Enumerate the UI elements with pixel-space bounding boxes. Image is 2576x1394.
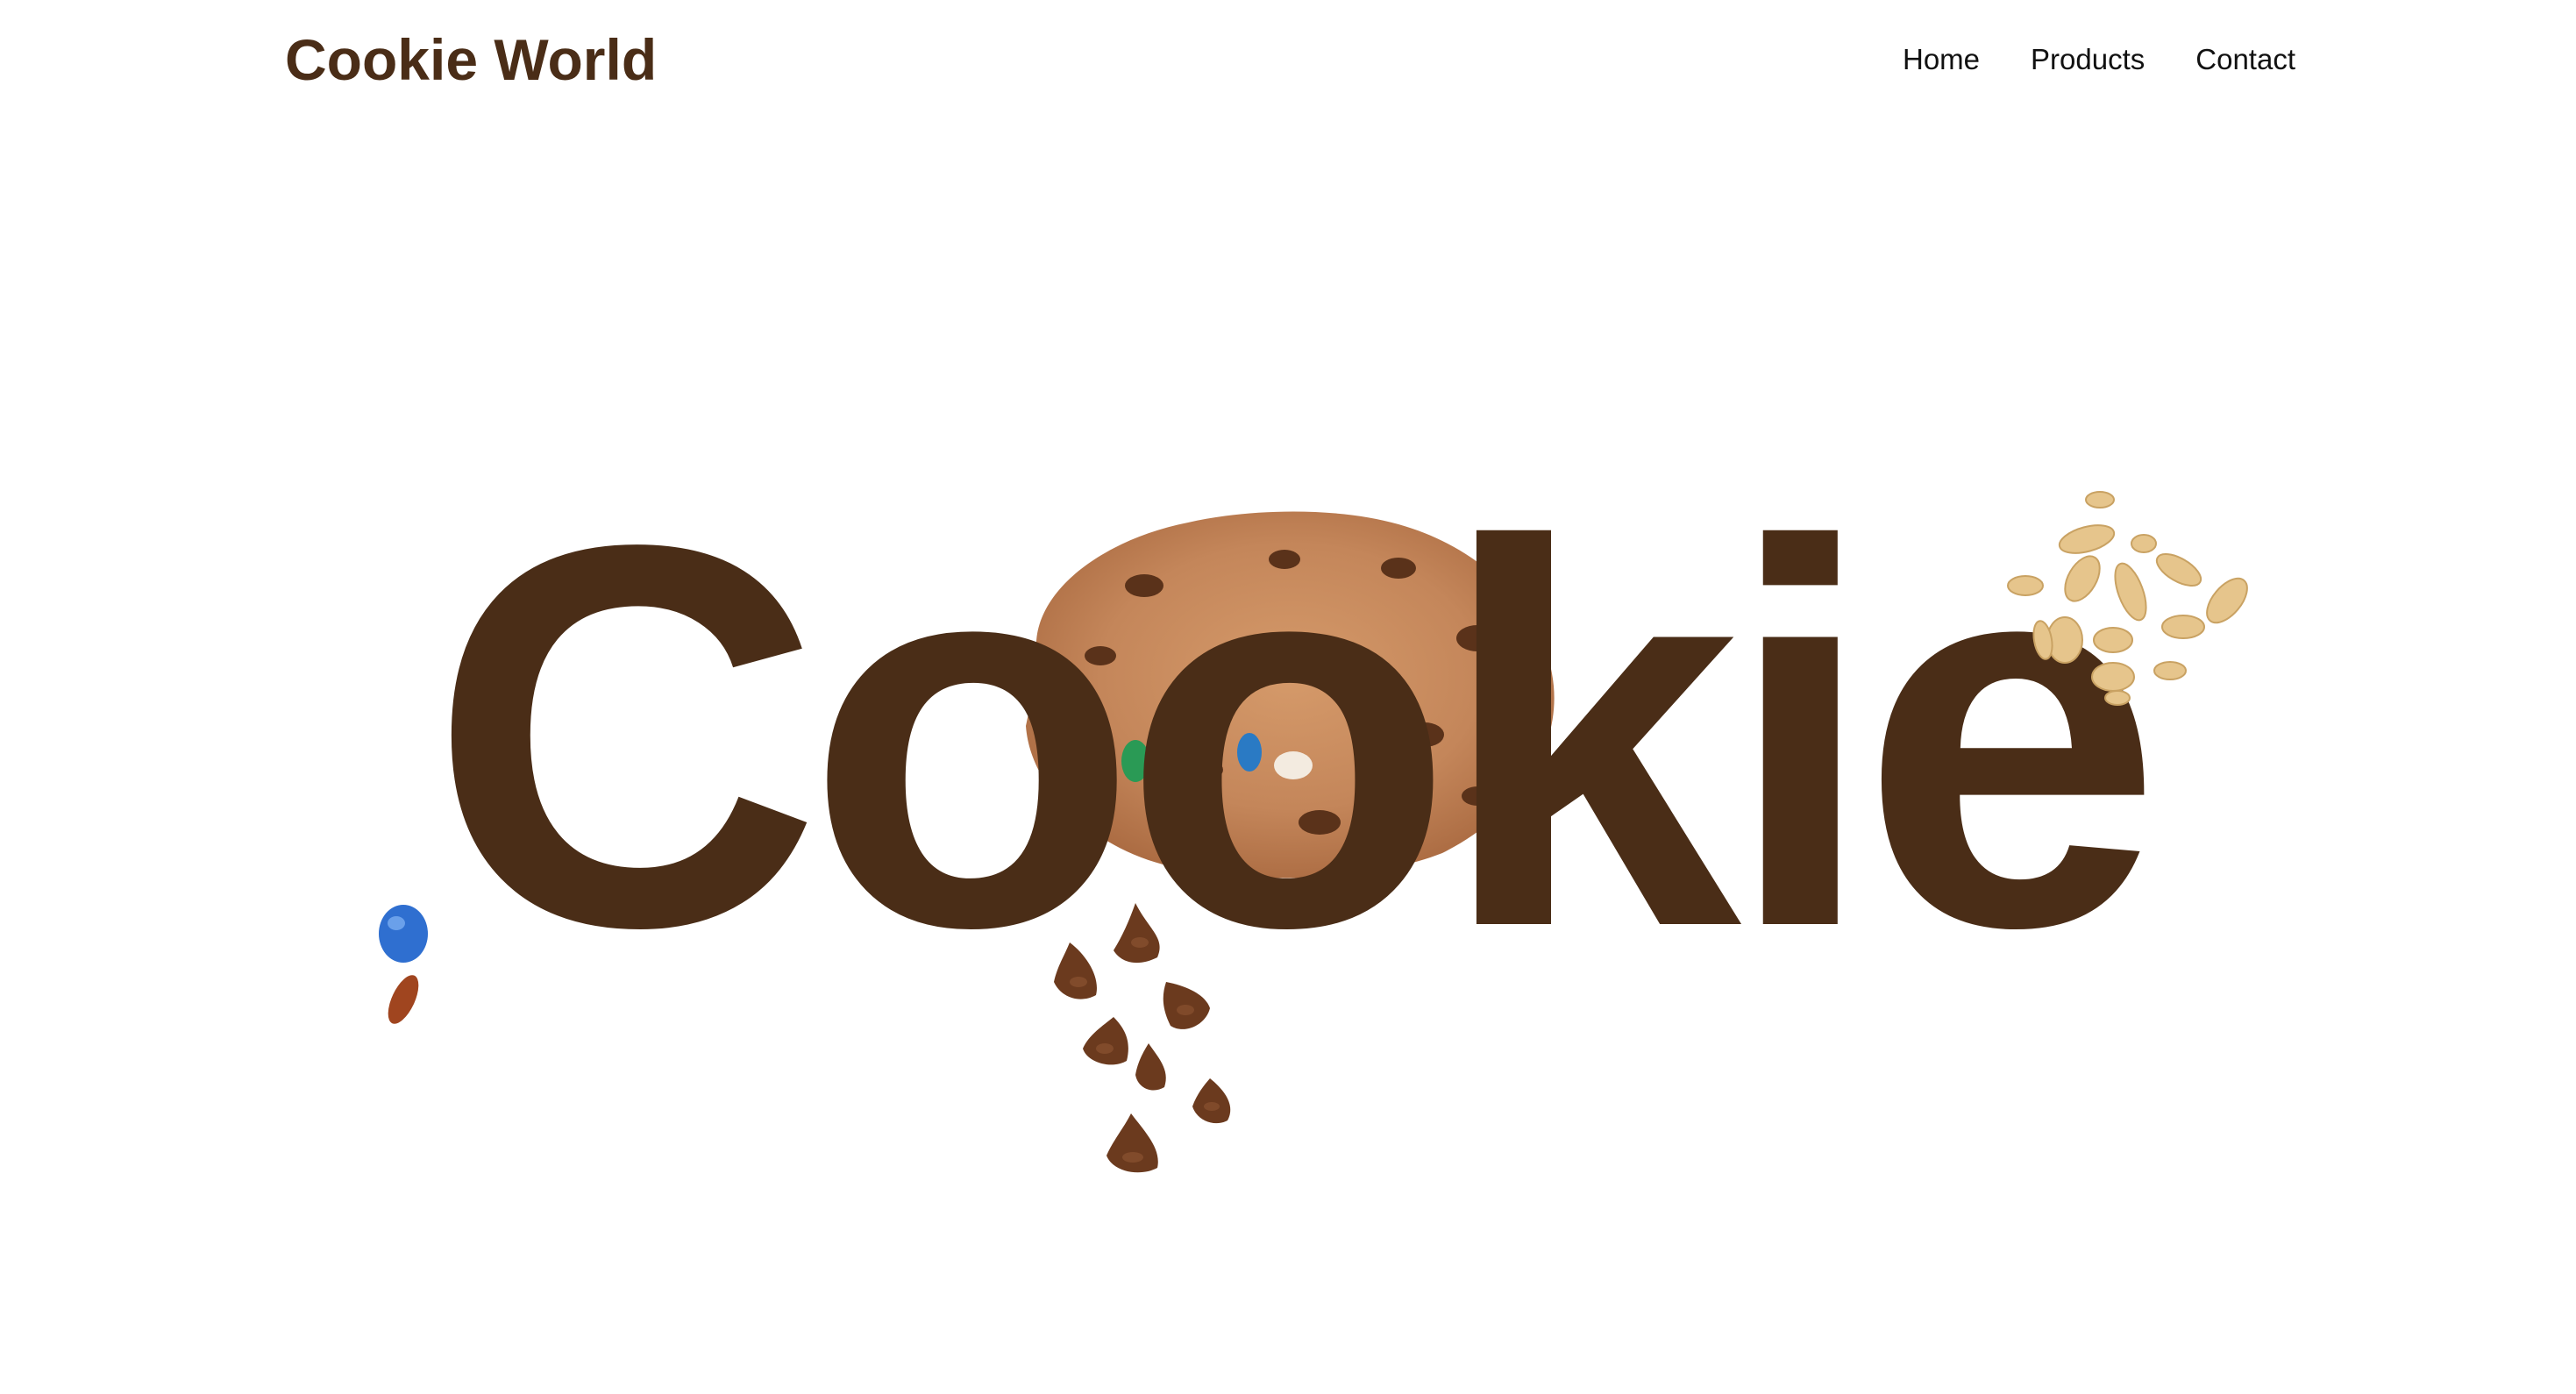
page: Cookie World Home Products Contact Cooki… [0, 0, 2576, 1394]
chocolate-chips-icon [1054, 903, 1231, 1173]
candy-icon [379, 905, 428, 1024]
hero-section: Cookie [0, 0, 2576, 1394]
peanuts-icon [2007, 491, 2248, 706]
